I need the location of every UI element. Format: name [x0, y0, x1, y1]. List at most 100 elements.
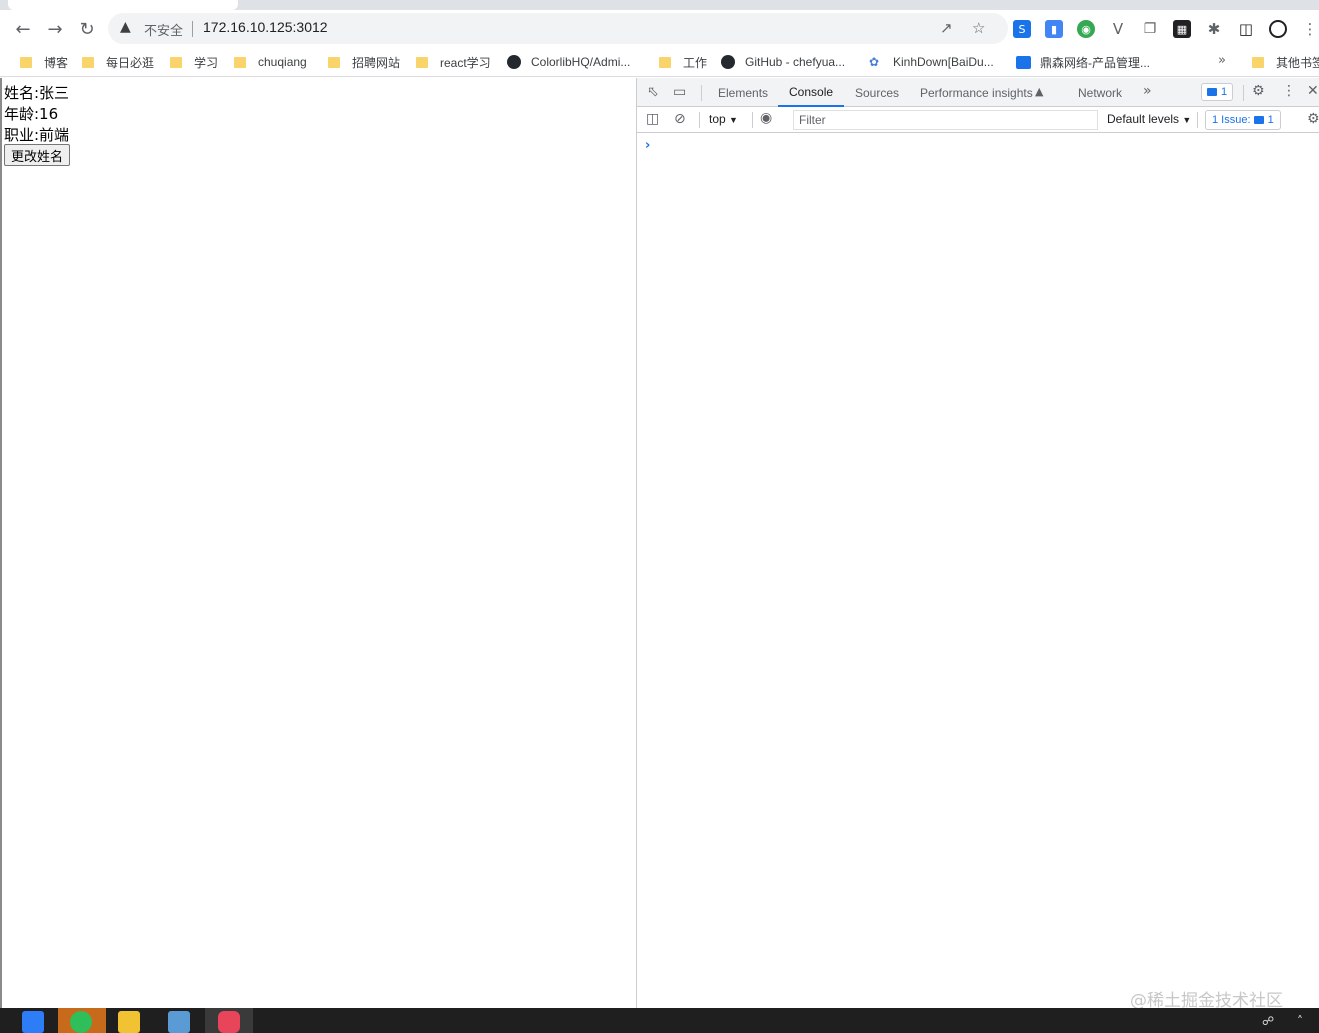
- folder-icon: [328, 56, 340, 68]
- bookmark-item[interactable]: 博客: [20, 54, 68, 70]
- bookmark-label: 博客: [44, 55, 69, 70]
- log-levels-dropdown[interactable]: Default levels ▼: [1107, 112, 1191, 126]
- extension-copy-icon[interactable]: ❐: [1141, 20, 1159, 38]
- profile-avatar-icon[interactable]: [1269, 20, 1287, 38]
- filter-input[interactable]: Filter: [793, 110, 1098, 130]
- other-bookmarks[interactable]: 其他书签: [1252, 54, 1319, 70]
- tab-strip: [0, 0, 1319, 10]
- taskbar-app-camera-icon[interactable]: [218, 1011, 240, 1033]
- devtools-panel: ⬁ ▭ Elements Console Sources Performance…: [636, 78, 1319, 1008]
- extension-chart-icon[interactable]: ▮: [1045, 20, 1063, 38]
- bookmark-label: 每日必逛: [106, 55, 155, 70]
- bookmark-item[interactable]: ✿ KinhDown[BaiDu...: [869, 54, 994, 70]
- warning-icon[interactable]: ▲: [120, 19, 131, 35]
- sidebar-toggle-icon[interactable]: ◫: [646, 111, 659, 127]
- message-icon: [1253, 116, 1264, 124]
- bookmark-item[interactable]: react学习: [416, 54, 491, 70]
- site-icon: ✿: [869, 55, 880, 69]
- bookmark-label: chuqiang: [258, 55, 307, 69]
- bookmark-label: 工作: [683, 55, 708, 70]
- taskbar-app-editor-icon[interactable]: [168, 1011, 190, 1033]
- devtools-tab-bar: ⬁ ▭ Elements Console Sources Performance…: [637, 78, 1319, 107]
- bookmark-label: ColorlibHQ/Admi...: [531, 55, 631, 69]
- taskbar-app-pen-icon[interactable]: [22, 1011, 44, 1033]
- reload-icon[interactable]: ↻: [74, 16, 100, 42]
- extension-v-icon[interactable]: V: [1109, 20, 1127, 38]
- taskbar: ☍ ˄: [0, 1008, 1319, 1033]
- folder-icon: [20, 56, 32, 68]
- bookmark-item[interactable]: 招聘网站: [328, 54, 400, 70]
- device-toolbar-icon[interactable]: ▭: [673, 84, 686, 100]
- tab-network[interactable]: Network: [1078, 78, 1122, 107]
- extension-grid-icon[interactable]: ▦: [1173, 20, 1191, 38]
- bookmark-item[interactable]: 学习: [170, 54, 218, 70]
- more-tabs-chevron-icon[interactable]: »: [1143, 83, 1152, 99]
- inspect-element-icon[interactable]: ⬁: [647, 84, 659, 100]
- browser-toolbar: ← → ↻ ▲ 不安全 172.16.10.125:3012 ↗ ☆ S ▮ ◉…: [0, 10, 1319, 47]
- folder-icon: [659, 56, 671, 68]
- log-levels-label: Default levels: [1107, 112, 1180, 126]
- bookmark-label: 鼎森网络-产品管理...: [1040, 55, 1150, 70]
- url-text[interactable]: 172.16.10.125:3012: [203, 19, 328, 35]
- divider: [1243, 85, 1244, 101]
- issues-count: 1: [1267, 114, 1274, 126]
- settings-gear-icon[interactable]: ⚙: [1252, 83, 1265, 99]
- share-icon[interactable]: ↗: [940, 19, 953, 37]
- bookmark-label: KinhDown[BaiDu...: [893, 55, 994, 69]
- page-viewport: 姓名:张三 年龄:16 职业:前端 更改姓名: [0, 78, 636, 1008]
- bookmark-item[interactable]: ColorlibHQ/Admi...: [507, 54, 630, 70]
- bookmark-star-icon[interactable]: ☆: [972, 19, 985, 37]
- back-arrow-icon[interactable]: ←: [10, 16, 36, 42]
- clear-console-icon[interactable]: ⊘: [674, 111, 686, 127]
- folder-icon: [82, 56, 94, 68]
- flask-icon: ▲: [1035, 85, 1044, 98]
- menu-dots-icon[interactable]: ⋮: [1301, 20, 1319, 38]
- tab-console[interactable]: Console: [778, 78, 845, 107]
- folder-icon: [1252, 56, 1264, 68]
- security-label[interactable]: 不安全: [144, 20, 183, 39]
- context-selector[interactable]: top ▼: [709, 112, 738, 126]
- folder-icon: [234, 56, 246, 68]
- address-bar[interactable]: ▲ 不安全 172.16.10.125:3012 ↗ ☆: [108, 13, 1008, 44]
- bookmarks-bar: 博客 每日必逛 学习 chuqiang 招聘网站 react学习 Colorli…: [0, 47, 1319, 77]
- console-settings-gear-icon[interactable]: ⚙: [1307, 111, 1319, 127]
- divider: [701, 85, 702, 101]
- dropdown-arrow-icon: ▼: [1182, 115, 1192, 125]
- issues-button[interactable]: 1 Issue: 1: [1205, 110, 1281, 130]
- message-icon: [1207, 88, 1217, 96]
- active-tab[interactable]: [8, 0, 238, 10]
- issues-label: 1 Issue:: [1212, 114, 1251, 126]
- tray-chevron-up-icon[interactable]: ˄: [1297, 1014, 1303, 1028]
- extensions-puzzle-icon[interactable]: ✱: [1205, 20, 1223, 38]
- site-icon: [1016, 55, 1031, 69]
- eye-icon[interactable]: ◉: [760, 110, 772, 126]
- tab-sources[interactable]: Sources: [855, 78, 899, 107]
- name-text: 姓名:张三: [4, 84, 70, 102]
- bookmark-item[interactable]: 鼎森网络-产品管理...: [1016, 54, 1150, 70]
- bookmark-label: react学习: [440, 55, 491, 70]
- bookmark-item[interactable]: 每日必逛: [82, 54, 154, 70]
- console-prompt[interactable]: ›: [645, 138, 650, 153]
- bookmark-item[interactable]: 工作: [659, 54, 707, 70]
- bookmark-item[interactable]: GitHub - chefyua...: [721, 54, 845, 70]
- console-toolbar: ◫ ⊘ top ▼ ◉ Filter Default levels ▼ 1 Is…: [637, 107, 1319, 133]
- github-icon: [507, 55, 521, 69]
- tray-network-icon[interactable]: ☍: [1262, 1014, 1274, 1028]
- more-bookmarks-chevron-icon[interactable]: »: [1218, 53, 1226, 68]
- divider: [752, 112, 753, 128]
- messages-badge[interactable]: 1: [1201, 83, 1234, 101]
- more-options-icon[interactable]: ⋮: [1282, 83, 1296, 99]
- bookmark-item[interactable]: chuqiang: [234, 54, 307, 70]
- forward-arrow-icon[interactable]: →: [42, 16, 68, 42]
- change-name-button[interactable]: 更改姓名: [4, 144, 71, 166]
- tab-elements[interactable]: Elements: [718, 78, 768, 107]
- tab-performance-insights[interactable]: Performance insights: [920, 78, 1033, 107]
- side-panel-icon[interactable]: ◫: [1237, 20, 1255, 38]
- extension-globe-icon[interactable]: ◉: [1077, 20, 1095, 38]
- close-icon[interactable]: ✕: [1307, 83, 1319, 99]
- divider: [1197, 112, 1198, 128]
- taskbar-app-wechat-icon[interactable]: [70, 1011, 92, 1033]
- folder-icon: [170, 56, 182, 68]
- extension-s-icon[interactable]: S: [1013, 20, 1031, 38]
- taskbar-app-folder-icon[interactable]: [118, 1011, 140, 1033]
